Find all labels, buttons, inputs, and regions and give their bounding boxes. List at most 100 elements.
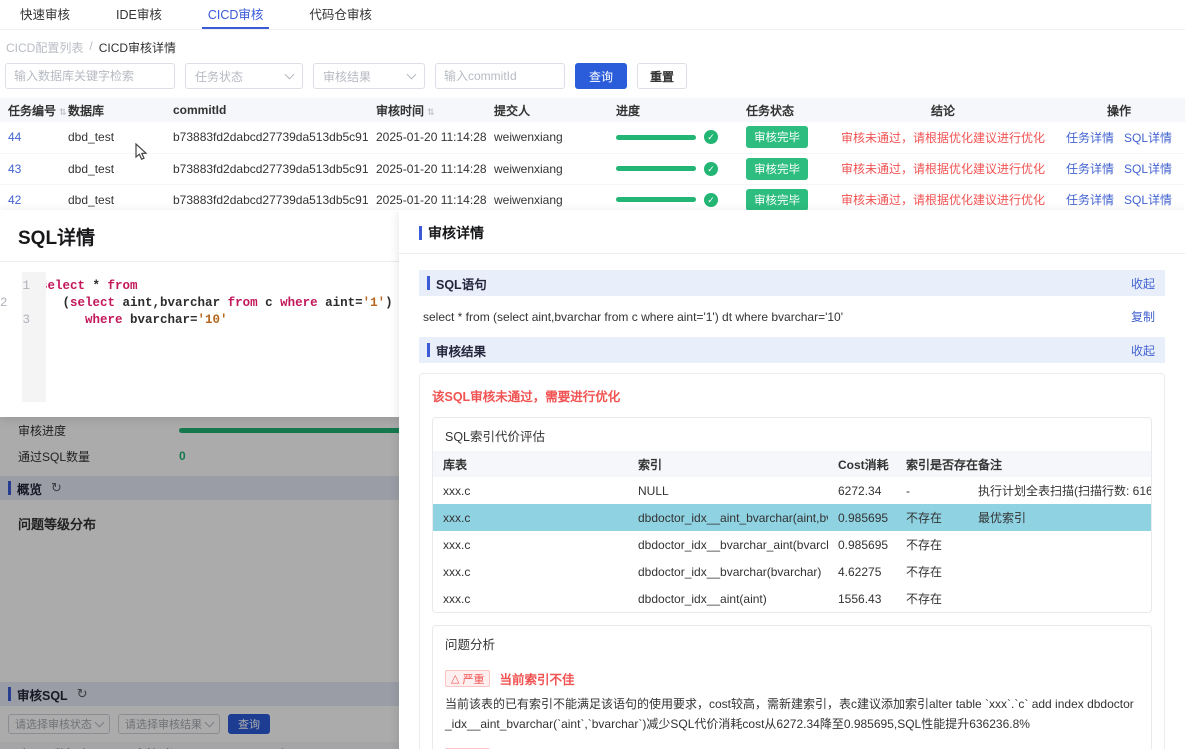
column-header-审核时间[interactable]: 审核时间⇅ — [368, 98, 486, 122]
task-table-header-row: 任务编号⇅数据库commitId审核时间⇅提交人进度任务状态结论操作 — [0, 98, 1185, 122]
index-row: xxx.cNULL6272.34-执行计划全表扫描(扫描行数: 61644) — [433, 477, 1152, 504]
audit-status-select[interactable]: 请选择审核状态 — [8, 714, 110, 734]
index-table-header-row: 库表索引Cost消耗索引是否存在备注 — [433, 451, 1152, 477]
cost-cell: 0.985695 — [828, 504, 896, 531]
sort-icon[interactable]: ⇅ — [427, 107, 435, 117]
collapse-link[interactable]: 收起 — [1131, 275, 1155, 292]
action-link-SQL详情[interactable]: SQL详情 — [1124, 193, 1172, 207]
audit-progress-row: 审核进度 — [0, 417, 405, 443]
sql-statement-section-header: SQL语句 收起 — [419, 270, 1165, 296]
audit-time-cell: 2025-01-20 11:14:28 — [368, 153, 486, 184]
progress-indicator: ✓ — [616, 130, 730, 144]
audit-result-select-small[interactable]: 请选择审核结果 — [118, 714, 220, 734]
check-circle-icon: ✓ — [704, 130, 718, 144]
task-status-select[interactable]: 任务状态 — [185, 63, 303, 89]
commit-id-input[interactable] — [435, 63, 565, 89]
tab-IDE审核[interactable]: IDE审核 — [110, 0, 168, 29]
severity-badge: △严重 — [445, 670, 490, 687]
table-name-cell: xxx.c — [433, 558, 628, 585]
problem-title: 当前索引不佳 — [499, 669, 574, 688]
audit-time-cell: 2025-01-20 11:14:28 — [368, 122, 486, 153]
breadcrumb: CICD配置列表 / CICD审核详情 — [0, 30, 1185, 58]
index-name-cell: dbdoctor_idx__bvarchar(bvarchar) — [628, 558, 828, 585]
code-segment: c — [258, 296, 281, 310]
cost-cell: 4.62275 — [828, 558, 896, 585]
column-header-任务编号[interactable]: 任务编号⇅ — [0, 98, 60, 122]
conclusion-text: 审核未通过，请根据优化建议进行优化 — [841, 193, 1045, 207]
column-label: 审核时间 — [376, 104, 424, 118]
task-id-link[interactable]: 44 — [8, 130, 21, 144]
warning-triangle-icon: △ — [451, 672, 459, 685]
audit-progress-label: 审核进度 — [0, 422, 179, 439]
problem-item: △严重检查查询是否存在全表扫描全表扫描会消耗大量资源，数据量较大情况下可能导致严… — [433, 737, 1151, 749]
copy-link[interactable]: 复制 — [1131, 308, 1155, 325]
column-header-序号: 序号 — [0, 746, 42, 749]
tab-代码仓审核[interactable]: 代码仓审核 — [303, 0, 378, 29]
conclusion-cell: 审核未通过，请根据优化建议进行优化 — [833, 122, 1053, 153]
accent-bar — [419, 226, 422, 240]
passed-sql-row: 通过SQL数量 0 — [0, 443, 405, 469]
column-header-Cost消耗: Cost消耗 — [828, 451, 896, 477]
code-text: select * from — [40, 278, 138, 295]
code-line: 2 (select aint,bvarchar from c where ain… — [0, 295, 399, 312]
chevron-down-icon — [205, 717, 215, 727]
status-badge: 审核完毕 — [746, 158, 808, 180]
column-header-commitId: commitId — [165, 98, 368, 122]
check-circle-icon: ✓ — [704, 162, 718, 176]
tab-快速审核[interactable]: 快速审核 — [14, 0, 76, 29]
search-button[interactable]: 查询 — [575, 63, 627, 89]
line-number: 3 — [0, 312, 40, 329]
action-link-SQL详情[interactable]: SQL详情 — [1124, 131, 1172, 145]
sort-icon[interactable]: ⇅ — [59, 107, 67, 117]
code-segment: select — [70, 296, 115, 310]
code-segment: from — [108, 279, 138, 293]
column-header-审核时间[interactable]: 审核时间⇅ — [122, 746, 218, 749]
action-link-任务详情[interactable]: 任务详情 — [1066, 162, 1114, 176]
code-segment — [40, 313, 85, 327]
column-header-SQL语句: SQL语句 — [218, 746, 291, 749]
audit-fail-message: 该SQL审核未通过，需要进行优化 — [432, 386, 1152, 405]
exists-cell: 不存在 — [896, 558, 968, 585]
refresh-icon[interactable]: ↻ — [77, 686, 88, 702]
action-link-任务详情[interactable]: 任务详情 — [1066, 131, 1114, 145]
commit-id-cell: b73883fd2dabcd27739da513db5c91d16c0630e3 — [165, 153, 368, 184]
action-link-SQL详情[interactable]: SQL详情 — [1124, 162, 1172, 176]
refresh-icon[interactable]: ↻ — [51, 480, 62, 496]
db-keyword-input[interactable] — [5, 63, 175, 89]
code-segment: '1' — [363, 296, 386, 310]
problem-item-header: △严重当前索引不佳 — [445, 669, 1139, 688]
submitter-cell: weiwenxiang — [486, 153, 608, 184]
action-link-任务详情[interactable]: 任务详情 — [1066, 193, 1114, 207]
collapse-link[interactable]: 收起 — [1131, 342, 1155, 359]
task-status-placeholder: 任务状态 — [195, 68, 243, 85]
task-row: 43 dbd_testb73883fd2dabcd27739da513db5c91… — [0, 153, 1185, 184]
index-row: xxx.cdbdoctor_idx__bvarchar(bvarchar)4.6… — [433, 558, 1152, 585]
tab-CICD审核[interactable]: CICD审核 — [202, 0, 270, 29]
audit-sql-search-button[interactable]: 查询 — [228, 714, 270, 734]
reset-button[interactable]: 重置 — [637, 63, 687, 89]
overview-title: 概览 — [17, 479, 42, 498]
sql-statement-title: SQL语句 — [436, 274, 487, 293]
audit-progress-bar — [179, 428, 405, 433]
index-row: xxx.cdbdoctor_idx__aint(aint)1556.43不存在 — [433, 585, 1152, 612]
breadcrumb-parent[interactable]: CICD配置列表 — [6, 39, 83, 56]
table-name-cell: xxx.c — [433, 585, 628, 612]
index-table-body: xxx.cNULL6272.34-执行计划全表扫描(扫描行数: 61644)xx… — [433, 477, 1152, 612]
index-name-cell: NULL — [628, 477, 828, 504]
audit-sql-filter-bar: 请选择审核状态 请选择审核结果 查询 — [8, 714, 270, 734]
audit-detail-modal: 审核详情 SQL语句 收起 select * from (select aint… — [399, 210, 1185, 749]
audit-result-select[interactable]: 审核结果 — [313, 63, 425, 89]
code-segment: select — [40, 279, 85, 293]
column-header-进度: 进度 — [608, 98, 738, 122]
sql-code-block[interactable]: 1select * from2 (select aint,bvarchar fr… — [0, 278, 399, 408]
database-cell: dbd_test — [60, 153, 165, 184]
task-id-link[interactable]: 42 — [8, 193, 21, 207]
accent-bar — [427, 343, 430, 357]
column-label: 数据库 — [68, 104, 104, 118]
overview-section-header: 概览 ↻ — [0, 476, 405, 500]
code-segment: from — [228, 296, 258, 310]
line-number: 2 — [0, 295, 18, 312]
table-name-cell: xxx.c — [433, 504, 628, 531]
distribution-title: 问题等级分布 — [18, 514, 405, 533]
task-id-link[interactable]: 43 — [8, 162, 21, 176]
